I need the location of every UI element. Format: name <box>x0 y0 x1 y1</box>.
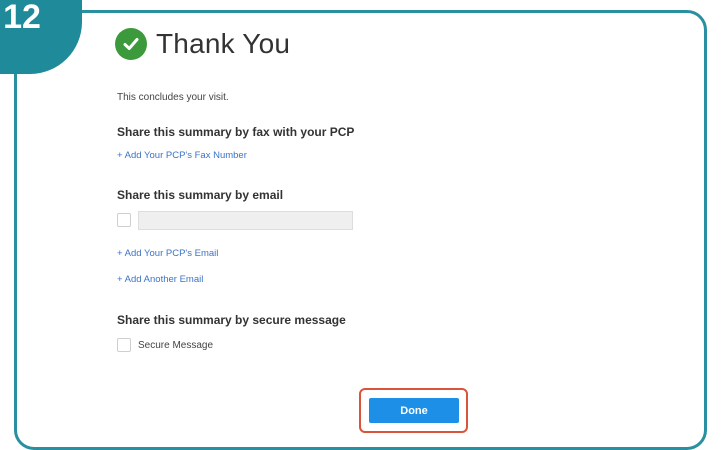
secure-message-label[interactable]: Secure Message <box>138 340 213 351</box>
email-checkbox[interactable] <box>117 213 131 227</box>
title-row: Thank You <box>115 28 290 60</box>
secure-section-heading: Share this summary by secure message <box>117 313 346 327</box>
add-pcp-fax-link[interactable]: + Add Your PCP's Fax Number <box>117 150 247 161</box>
intro-text: This concludes your visit. <box>117 92 229 103</box>
fax-section-heading: Share this summary by fax with your PCP <box>117 125 355 139</box>
done-button[interactable]: Done <box>369 398 459 423</box>
page-title: Thank You <box>156 28 291 59</box>
check-circle-icon <box>115 28 147 60</box>
step-number: 12 <box>3 0 41 36</box>
email-section-heading: Share this summary by email <box>117 188 284 202</box>
secure-message-checkbox[interactable] <box>117 338 131 352</box>
content-frame <box>14 10 707 450</box>
add-another-email-link[interactable]: + Add Another Email <box>117 274 203 285</box>
add-pcp-email-link[interactable]: + Add Your PCP's Email <box>117 248 218 259</box>
email-input[interactable] <box>138 211 353 230</box>
